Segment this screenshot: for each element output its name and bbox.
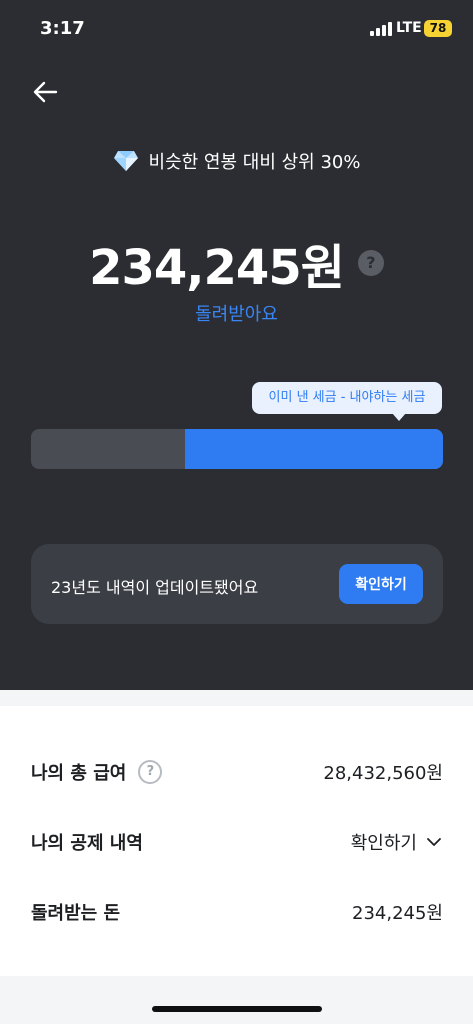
paid-tax-bar-fill <box>184 429 443 469</box>
refund-row: 돌려받는 돈 234,245원 <box>31 892 443 932</box>
rank-text: 비슷한 연봉 대비 상위 30% <box>148 152 361 173</box>
details-section: 나의 총 급여 ? 28,432,560원 나의 공제 내역 확인하기 돌려받는… <box>0 706 473 976</box>
amount-row: 234,245원 ? <box>0 228 473 298</box>
battery-icon: 78 <box>424 20 452 37</box>
confirm-button[interactable]: 확인하기 <box>339 564 423 604</box>
deduction-value: 확인하기 <box>350 833 417 854</box>
status-bar: 3:17 LTE 78 <box>0 0 473 60</box>
deduction-label: 나의 공제 내역 <box>31 833 143 854</box>
refund-amount: 234,245원 <box>89 240 345 296</box>
dark-header-section: 3:17 LTE 78 비슷한 연봉 대비 상위 30% 234,245원 ? … <box>0 0 473 690</box>
refund-status-label: 돌려받아요 <box>195 304 278 325</box>
help-circle-icon[interactable]: ? <box>138 760 163 784</box>
deduction-toggle[interactable]: 확인하기 <box>351 829 443 855</box>
question-icon[interactable]: ? <box>357 250 384 276</box>
tax-tooltip: 이미 낸 세금 - 내야하는 세금 <box>252 382 442 421</box>
back-arrow-icon[interactable] <box>30 76 62 108</box>
update-notice-card: 23년도 내역이 업데이트됐어요 확인하기 <box>31 544 443 624</box>
deduction-row[interactable]: 나의 공제 내역 확인하기 <box>31 822 443 862</box>
salary-value: 28,432,560원 <box>323 763 443 784</box>
status-time: 3:17 <box>40 18 85 39</box>
home-indicator <box>152 1006 322 1012</box>
signal-icon <box>370 22 392 36</box>
salary-label-wrap: 나의 총 급여 ? <box>31 759 163 785</box>
rank-line: 비슷한 연봉 대비 상위 30% <box>0 148 473 174</box>
refund-value: 234,245원 <box>352 903 443 924</box>
chevron-down-icon <box>427 838 441 846</box>
salary-label: 나의 총 급여 <box>31 763 127 784</box>
refund-label: 돌려받는 돈 <box>31 903 121 924</box>
update-notice-text: 23년도 내역이 업데이트됐어요 <box>51 578 259 597</box>
salary-row: 나의 총 급여 ? 28,432,560원 <box>31 752 443 792</box>
network-type: LTE <box>396 20 422 36</box>
diamond-icon <box>113 151 138 171</box>
tax-comparison-bar <box>31 429 443 469</box>
